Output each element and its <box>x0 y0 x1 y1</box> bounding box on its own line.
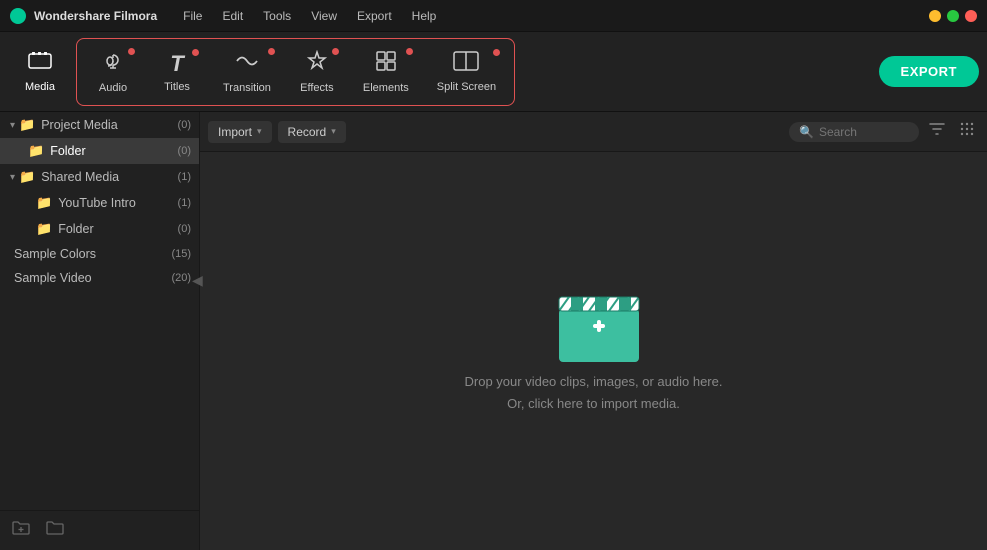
audio-label: Audio <box>99 82 127 94</box>
sidebar-item-sample-colors[interactable]: Sample Colors (15) <box>0 242 199 266</box>
audio-badge <box>128 48 135 55</box>
sidebar-item-folder-sub[interactable]: 📁 Folder (0) <box>0 216 199 242</box>
folder-sub-label: Folder <box>58 222 177 236</box>
shared-media-folder-icon: 📁 <box>19 169 35 185</box>
sidebar-content: ▾ 📁 Project Media (0) 📁 Folder (0) ▾ 📁 S… <box>0 112 199 510</box>
toolbar-transition[interactable]: Transition <box>209 42 285 102</box>
sidebar-item-youtube-intro[interactable]: 📁 YouTube Intro (1) <box>0 190 199 216</box>
minimize-button[interactable] <box>929 10 941 22</box>
add-folder-icon[interactable] <box>12 520 30 541</box>
toolbar-group: Audio T Titles Transition <box>76 38 515 106</box>
shared-media-label: Shared Media <box>41 170 177 184</box>
elements-icon <box>375 50 397 78</box>
project-media-folder-icon: 📁 <box>19 117 35 133</box>
menu-file[interactable]: File <box>175 6 210 26</box>
toolbar-elements[interactable]: Elements <box>349 42 423 102</box>
transition-badge <box>268 48 275 55</box>
effects-badge <box>332 48 339 55</box>
folder-sub-count: (0) <box>178 223 191 235</box>
audio-icon <box>102 50 124 78</box>
menu-export[interactable]: Export <box>349 6 400 26</box>
toolbar-media[interactable]: Media <box>8 43 72 101</box>
drop-zone[interactable]: Drop your video clips, images, or audio … <box>200 152 987 550</box>
toolbar-split-screen[interactable]: Split Screen <box>423 43 510 101</box>
record-arrow-icon: ▾ <box>331 126 336 137</box>
export-button[interactable]: EXPORT <box>879 56 979 87</box>
menu-bar: File Edit Tools View Export Help <box>175 6 444 26</box>
titles-label: Titles <box>164 81 190 93</box>
split-screen-icon <box>453 51 479 77</box>
elements-badge <box>406 48 413 55</box>
app-logo <box>10 8 26 24</box>
media-label: Media <box>25 81 55 93</box>
project-media-count: (0) <box>178 119 191 131</box>
content-area: Import ▾ Record ▾ 🔍 <box>200 112 987 550</box>
close-button[interactable] <box>965 10 977 22</box>
window-controls <box>929 10 977 22</box>
effects-label: Effects <box>300 82 333 94</box>
toolbar-titles[interactable]: T Titles <box>145 43 209 101</box>
transition-icon <box>235 50 259 78</box>
sidebar: ▾ 📁 Project Media (0) 📁 Folder (0) ▾ 📁 S… <box>0 112 200 550</box>
chevron-icon: ▾ <box>10 120 15 131</box>
main-area: ▾ 📁 Project Media (0) 📁 Folder (0) ▾ 📁 S… <box>0 112 987 550</box>
shared-media-count: (1) <box>178 171 191 183</box>
toolbar: Media Audio T Titles <box>0 32 987 112</box>
shared-chevron-icon: ▾ <box>10 172 15 183</box>
search-box[interactable]: 🔍 <box>789 122 919 142</box>
folder-count: (0) <box>178 145 191 157</box>
sidebar-item-project-media[interactable]: ▾ 📁 Project Media (0) <box>0 112 199 138</box>
sample-colors-count: (15) <box>171 248 191 260</box>
transition-label: Transition <box>223 82 271 94</box>
content-toolbar: Import ▾ Record ▾ 🔍 <box>200 112 987 152</box>
title-bar: Wondershare Filmora File Edit Tools View… <box>0 0 987 32</box>
new-folder-icon[interactable] <box>46 520 64 541</box>
split-screen-label: Split Screen <box>437 81 496 93</box>
folder-label: Folder <box>50 144 177 158</box>
youtube-intro-folder-icon: 📁 <box>36 195 52 211</box>
titles-badge <box>192 49 199 56</box>
media-icon <box>28 51 52 77</box>
folder-icon: 📁 <box>28 143 44 159</box>
record-button[interactable]: Record ▾ <box>278 121 346 143</box>
sidebar-footer <box>0 510 199 550</box>
menu-tools[interactable]: Tools <box>255 6 299 26</box>
clapper-board-icon <box>554 287 634 357</box>
sidebar-item-sample-video[interactable]: Sample Video (20) <box>0 266 199 290</box>
menu-help[interactable]: Help <box>404 6 445 26</box>
toolbar-effects[interactable]: Effects <box>285 42 349 102</box>
sample-colors-label: Sample Colors <box>14 247 171 261</box>
drop-zone-text: Drop your video clips, images, or audio … <box>465 371 723 415</box>
filter-icon[interactable] <box>925 118 949 145</box>
grid-view-icon[interactable] <box>955 117 979 146</box>
maximize-button[interactable] <box>947 10 959 22</box>
project-media-label: Project Media <box>41 118 177 132</box>
import-button[interactable]: Import ▾ <box>208 121 272 143</box>
titles-icon: T <box>170 51 183 77</box>
import-arrow-icon: ▾ <box>257 126 262 137</box>
sample-video-label: Sample Video <box>14 271 171 285</box>
split-screen-badge <box>493 49 500 56</box>
youtube-intro-label: YouTube Intro <box>58 196 177 210</box>
elements-label: Elements <box>363 82 409 94</box>
sidebar-item-folder[interactable]: 📁 Folder (0) <box>0 138 199 164</box>
menu-view[interactable]: View <box>303 6 345 26</box>
folder-sub-icon: 📁 <box>36 221 52 237</box>
sample-video-count: (20) <box>171 272 191 284</box>
sidebar-item-shared-media[interactable]: ▾ 📁 Shared Media (1) <box>0 164 199 190</box>
search-input[interactable] <box>819 125 909 139</box>
menu-edit[interactable]: Edit <box>214 6 251 26</box>
sidebar-collapse-arrow[interactable]: ◀ <box>192 272 203 289</box>
effects-icon <box>306 50 328 78</box>
youtube-intro-count: (1) <box>178 197 191 209</box>
search-icon: 🔍 <box>799 125 814 139</box>
toolbar-audio[interactable]: Audio <box>81 42 145 102</box>
app-name: Wondershare Filmora <box>34 9 157 23</box>
